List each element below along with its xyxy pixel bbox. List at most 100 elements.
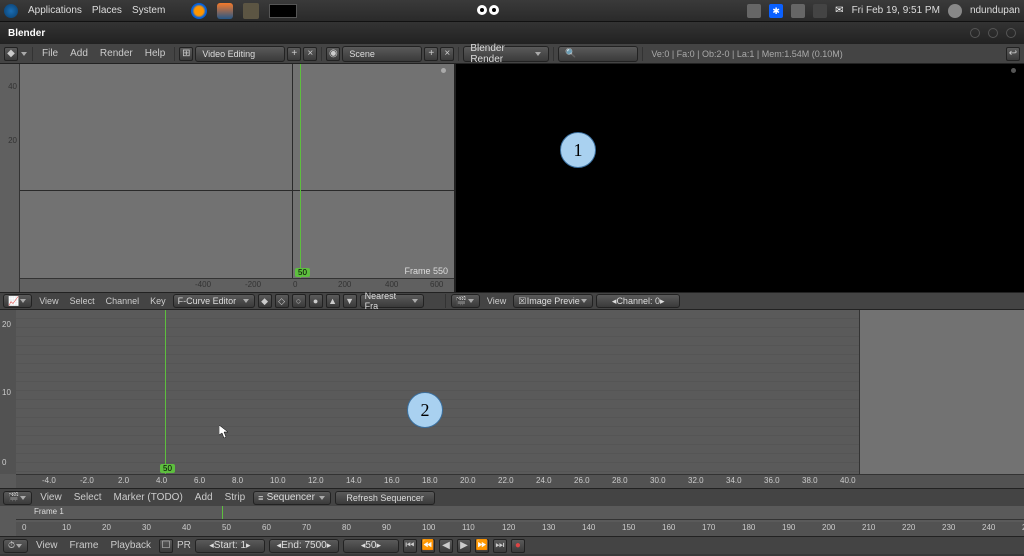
play-reverse-button[interactable]: ◀ [439, 539, 453, 553]
auto-keyframe-button[interactable]: ● [511, 539, 525, 553]
system-menu[interactable]: System [132, 5, 165, 16]
start-frame-field[interactable]: ◂ Start: 1 ▸ [195, 539, 265, 553]
zero-line-h [20, 190, 454, 191]
window-title: Blender [8, 28, 45, 39]
graph-select-menu[interactable]: Select [66, 296, 99, 306]
close-button[interactable] [1006, 28, 1016, 38]
scene-icon[interactable]: ◉ [326, 47, 340, 61]
scene-dropdown[interactable]: Scene [342, 46, 422, 62]
graph-y-axis: 40 20 [0, 64, 20, 292]
sequencer-editor[interactable]: 20 10 0 50 -4.0-2.02.04.06.08.010.012.01… [0, 310, 1024, 488]
preview-view-menu[interactable]: View [483, 296, 510, 306]
render-menu[interactable]: Render [95, 48, 138, 59]
timeline-ruler[interactable]: 0102030405060708090100110120130140150160… [16, 522, 1024, 536]
seq-select-menu[interactable]: Select [70, 492, 106, 503]
sequencer-mode-dropdown[interactable]: ≡ Sequencer [253, 491, 331, 505]
help-menu[interactable]: Help [140, 48, 171, 59]
channel-stepper[interactable]: ◂ Channel: 0 ▸ [596, 294, 680, 308]
clock[interactable]: Fri Feb 19, 9:51 PM [852, 5, 940, 16]
tl-playback-menu[interactable]: Playback [106, 540, 155, 551]
terminal-icon[interactable] [269, 4, 297, 18]
graph-tool-icon[interactable]: ◆ [258, 294, 272, 308]
info-header: ◆ File Add Render Help ⊞ Video Editing +… [0, 44, 1024, 64]
applications-menu[interactable]: Applications [28, 5, 82, 16]
blender-logo-icon[interactable]: ◆ [4, 47, 18, 61]
tl-frame-menu[interactable]: Frame [66, 540, 103, 551]
layout-icon[interactable]: ⊞ [179, 47, 193, 61]
end-frame-field[interactable]: ◂ End: 7500 ▸ [269, 539, 339, 553]
current-frame-field[interactable]: ◂ 50 ▸ [343, 539, 399, 553]
graph-tool-icon[interactable]: ▼ [343, 294, 357, 308]
add-menu[interactable]: Add [65, 48, 93, 59]
pr-label: PR [177, 540, 191, 551]
user-menu[interactable]: ndundupan [970, 5, 1020, 16]
frame-readout: Frame 550 [404, 266, 448, 276]
area-split-handle[interactable] [1011, 68, 1016, 73]
graph-key-menu[interactable]: Key [146, 296, 170, 306]
preview-mode-dropdown[interactable]: ☒ Image Previe [513, 294, 593, 308]
seq-add-menu[interactable]: Add [191, 492, 217, 503]
keyframe-next-button[interactable]: ⏩ [475, 539, 489, 553]
bluetooth-icon[interactable]: ✱ [769, 4, 783, 18]
render-engine-dropdown[interactable]: Blender Render [463, 46, 549, 62]
sequencer-x-axis: -4.0-2.02.04.06.08.010.012.014.016.018.0… [16, 474, 1024, 488]
sequencer-playhead[interactable] [165, 310, 166, 474]
chat-tray-icon[interactable] [813, 4, 827, 18]
monitor-tray-icon[interactable] [747, 4, 761, 18]
graph-playhead[interactable] [300, 64, 301, 278]
gimp-icon[interactable] [243, 3, 259, 19]
fcurve-mode-dropdown[interactable]: F-Curve Editor [173, 294, 255, 308]
layout-dropdown[interactable]: Video Editing [195, 46, 285, 62]
graph-tool-icon[interactable]: ○ [292, 294, 306, 308]
add-scene-button[interactable]: + [424, 47, 438, 61]
user-icon [948, 4, 962, 18]
graph-editor-type-icon[interactable]: 📈 [3, 294, 32, 308]
preview-editor-type-icon[interactable]: 🎬 [451, 294, 480, 308]
add-layout-button[interactable]: + [287, 47, 301, 61]
firefox-icon[interactable] [191, 3, 207, 19]
timeline-editor[interactable]: Frame 1 01020304050607080901001101201301… [0, 506, 1024, 536]
sequencer-editor-type-icon[interactable]: 🎬 [3, 491, 32, 505]
xeyes-icon [477, 5, 501, 17]
back-to-previous-button[interactable]: ↩ [1006, 47, 1020, 61]
tl-view-menu[interactable]: View [32, 540, 62, 551]
places-menu[interactable]: Places [92, 5, 122, 16]
file-menu[interactable]: File [37, 48, 63, 59]
pr-toggle[interactable]: ☐ [159, 539, 173, 553]
sequencer-empty-region [859, 310, 1024, 474]
zero-line-v [292, 64, 293, 278]
annotation-marker-1: 1 [560, 132, 596, 168]
graph-editor[interactable]: 40 20 50 -400 -200 0 200 400 600 Frame 5… [0, 64, 455, 292]
seq-view-menu[interactable]: View [36, 492, 66, 503]
play-button[interactable]: ▶ [457, 539, 471, 553]
graph-channel-menu[interactable]: Channel [102, 296, 144, 306]
sequence-preview[interactable]: 1 [455, 64, 1024, 292]
graph-tool-icon[interactable]: ▲ [326, 294, 340, 308]
playhead-frame-label: 50 [295, 268, 310, 277]
remove-layout-button[interactable]: × [303, 47, 317, 61]
graph-tool-icon[interactable]: ● [309, 294, 323, 308]
volume-icon[interactable] [791, 4, 805, 18]
refresh-sequencer-button[interactable]: Refresh Sequencer [335, 491, 435, 505]
gnome-panel[interactable]: Applications Places System ✱ ✉ Fri Feb 1… [0, 0, 1024, 22]
minimize-button[interactable] [970, 28, 980, 38]
keyframe-prev-button[interactable]: ⏪ [421, 539, 435, 553]
blender-icon[interactable] [217, 3, 233, 19]
window-title-bar[interactable]: Blender [0, 22, 1024, 44]
timeline-editor-type-icon[interactable]: ⏱ [3, 539, 28, 553]
remove-scene-button[interactable]: × [440, 47, 454, 61]
annotation-marker-2: 2 [407, 392, 443, 428]
scene-stats: Ve:0 | Fa:0 | Ob:2-0 | La:1 | Mem:1.54M … [651, 49, 842, 59]
snap-dropdown[interactable]: Nearest Fra [360, 294, 424, 308]
maximize-button[interactable] [988, 28, 998, 38]
seq-marker-menu[interactable]: Marker (TODO) [110, 492, 187, 503]
graph-view-menu[interactable]: View [35, 296, 62, 306]
seq-strip-menu[interactable]: Strip [221, 492, 250, 503]
jump-end-button[interactable]: ⏭ [493, 539, 507, 553]
jump-start-button[interactable]: ⏮ [403, 539, 417, 553]
timeline-playhead[interactable] [222, 506, 223, 519]
search-field[interactable]: 🔍 [558, 46, 638, 62]
area-split-handle[interactable] [441, 68, 446, 73]
sequencer-y-axis: 20 10 0 [0, 310, 16, 474]
graph-tool-icon[interactable]: ◇ [275, 294, 289, 308]
